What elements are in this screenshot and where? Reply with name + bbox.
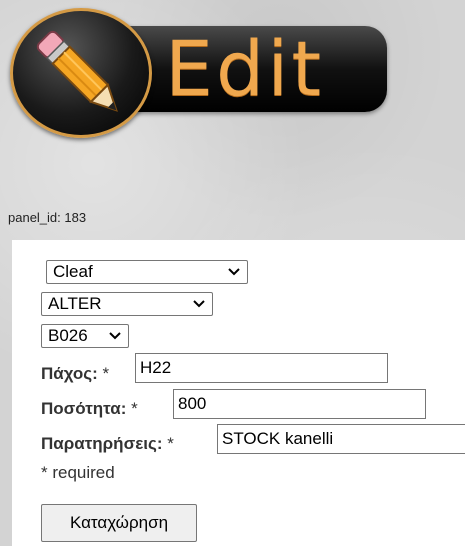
variant-select[interactable]: ALTER (41, 292, 213, 316)
thickness-label-text: Πάχος: (41, 364, 98, 383)
quantity-field[interactable]: 800 (173, 389, 426, 419)
notes-field[interactable]: STOCK kanelli (217, 424, 465, 454)
submit-button-label: Καταχώρηση (69, 513, 169, 532)
quantity-label-text: Ποσότητα: (41, 399, 127, 418)
thickness-field[interactable]: H22 (135, 353, 388, 383)
required-note: * required (41, 463, 115, 482)
required-mark: * (131, 399, 138, 418)
thickness-label: Πάχος: * (41, 364, 109, 384)
notes-label-text: Παρατηρήσεις: (41, 434, 163, 453)
notes-label: Παρατηρήσεις: * (41, 434, 174, 454)
required-mark: * (167, 434, 174, 453)
required-mark: * (102, 364, 110, 383)
chevron-down-icon (109, 332, 121, 340)
code-select-value: B026 (48, 326, 88, 345)
logo-badge (10, 8, 152, 138)
panel-id-label: panel_id: 183 (8, 210, 87, 225)
type-select[interactable]: Cleaf (46, 260, 248, 284)
quantity-value: 800 (178, 394, 207, 413)
type-select-value: Cleaf (53, 262, 93, 281)
code-select[interactable]: B026 (41, 324, 129, 348)
thickness-value: H22 (140, 358, 172, 377)
chevron-down-icon (228, 268, 240, 276)
submit-button[interactable]: Καταχώρηση (41, 504, 197, 542)
pencil-icon (36, 30, 118, 112)
variant-select-value: ALTER (48, 294, 102, 313)
logo-title: Edit (165, 24, 325, 113)
quantity-label: Ποσότητα: * (41, 399, 138, 419)
notes-value: STOCK kanelli (222, 429, 334, 448)
chevron-down-icon (193, 300, 205, 308)
